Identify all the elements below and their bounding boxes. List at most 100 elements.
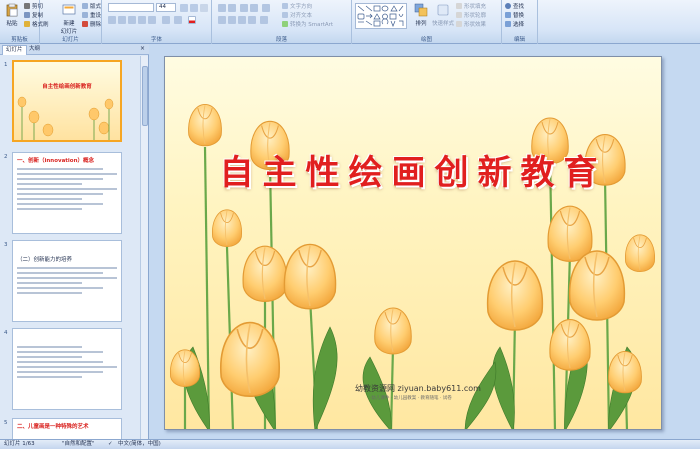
layout-label: 版式 bbox=[90, 4, 102, 10]
select-button[interactable]: 选择 bbox=[505, 20, 524, 29]
align-center-icon[interactable] bbox=[228, 16, 236, 24]
thumb-spacer bbox=[13, 329, 121, 343]
strikethrough-icon[interactable] bbox=[138, 16, 146, 24]
shape-effects-label: 形状效果 bbox=[464, 22, 487, 28]
arrange-button[interactable]: 排列 bbox=[410, 2, 432, 34]
slide-thumbnail[interactable]: 一、创新（innovation）概念 bbox=[12, 152, 122, 234]
current-slide[interactable]: 自主性绘画创新教育 幼教资源网 ziyuan.baby611.com ·幼儿课件… bbox=[164, 56, 662, 430]
font-name-combo[interactable] bbox=[108, 3, 154, 12]
shapes-gallery[interactable] bbox=[355, 3, 407, 29]
columns-icon[interactable] bbox=[260, 16, 268, 24]
spellcheck-icon[interactable]: ✓ bbox=[108, 440, 113, 449]
close-icon[interactable]: × bbox=[140, 45, 145, 52]
align-left-icon[interactable] bbox=[218, 16, 226, 24]
slide-number: 1 bbox=[4, 62, 8, 68]
slide-number: 5 bbox=[4, 420, 8, 426]
delete-icon bbox=[82, 21, 88, 27]
shape-fill-label: 形状填充 bbox=[464, 4, 487, 10]
slide-thumbnail[interactable]: （二）创新能力的培养 bbox=[12, 240, 122, 322]
thumb-text-line bbox=[17, 361, 104, 363]
delete-button[interactable]: 删除 bbox=[82, 20, 101, 29]
justify-icon[interactable] bbox=[248, 16, 256, 24]
thumb-text-line bbox=[17, 188, 117, 190]
shadow-icon[interactable] bbox=[148, 16, 156, 24]
slide-title[interactable]: 自主性绘画创新教育 bbox=[165, 145, 661, 194]
thumb-text-line bbox=[17, 346, 82, 348]
layout-icon bbox=[82, 3, 88, 9]
language-indicator[interactable]: 中文(简体，中国) bbox=[118, 440, 161, 449]
replace-button[interactable]: 替换 bbox=[505, 11, 524, 20]
align-text-button[interactable]: 对齐文本 bbox=[282, 11, 312, 20]
theme-name: "自然和配置" bbox=[62, 441, 95, 447]
paragraph-group: 文字方向 对齐文本 转换为 SmartArt 段落 bbox=[212, 0, 352, 44]
select-label: 选择 bbox=[513, 22, 525, 28]
shrink-font-icon[interactable] bbox=[190, 4, 198, 12]
shape-outline-button[interactable]: 形状轮廓 bbox=[456, 11, 486, 20]
tab-outline[interactable]: 大纲 bbox=[26, 45, 43, 55]
smartart-button[interactable]: 转换为 SmartArt bbox=[282, 20, 333, 29]
slides-group: 新建 幻灯片 版式 重设 删除 幻灯片 bbox=[40, 0, 102, 44]
thumb-text-line bbox=[17, 203, 104, 205]
thumb-text-line bbox=[17, 183, 82, 185]
thumb-text-line bbox=[17, 371, 104, 373]
watermark-subtext: ·幼儿课件 · 幼儿园教案 · 教育随笔 · 试卷 bbox=[370, 396, 452, 401]
font-size-combo[interactable]: 44 bbox=[156, 3, 176, 12]
effects-icon bbox=[456, 21, 462, 27]
underline-icon[interactable] bbox=[128, 16, 136, 24]
thumb-text-line bbox=[17, 282, 82, 284]
grow-font-icon[interactable] bbox=[180, 4, 188, 12]
scissors-icon bbox=[24, 3, 30, 9]
text-direction-label: 文字方向 bbox=[290, 4, 313, 10]
reset-icon bbox=[82, 12, 88, 18]
brush-icon bbox=[24, 21, 30, 27]
char-spacing-icon[interactable] bbox=[162, 16, 170, 24]
new-slide-button[interactable]: 新建 幻灯片 bbox=[56, 2, 82, 35]
align-right-icon[interactable] bbox=[238, 16, 246, 24]
shape-effects-button[interactable]: 形状效果 bbox=[456, 20, 486, 29]
smartart-icon bbox=[282, 21, 288, 27]
slide-thumbnail[interactable]: 二、儿童画是一种特殊的艺术 bbox=[12, 418, 122, 439]
change-case-icon[interactable] bbox=[174, 16, 182, 24]
panel-scrollbar[interactable] bbox=[140, 56, 148, 439]
search-icon bbox=[505, 3, 511, 9]
quick-styles-icon bbox=[437, 4, 449, 16]
paste-button[interactable]: 粘贴 bbox=[1, 2, 23, 34]
thumb-text-line bbox=[17, 277, 117, 279]
slides-panel: 幻灯片 大纲 × 1 自主性绘画创新教育 2 一、创新（innovation）概… bbox=[0, 44, 149, 439]
clear-format-icon[interactable] bbox=[200, 4, 208, 12]
clipboard-group-label: 剪贴板 bbox=[11, 37, 28, 43]
shape-outline-label: 形状轮廓 bbox=[464, 13, 487, 19]
scrollbar-thumb[interactable] bbox=[142, 66, 148, 126]
drawing-group-label: 绘图 bbox=[420, 37, 432, 43]
reset-button[interactable]: 重设 bbox=[82, 11, 101, 20]
slide-editor: 自主性绘画创新教育 幼教资源网 ziyuan.baby611.com ·幼儿课件… bbox=[150, 44, 700, 439]
clipboard-group: 粘贴 剪切 复制 格式刷 剪贴板 bbox=[0, 0, 49, 44]
quick-styles-button[interactable]: 快速样式 bbox=[432, 2, 454, 34]
decrease-indent-icon[interactable] bbox=[240, 4, 248, 12]
reset-label: 重设 bbox=[90, 13, 102, 19]
find-button[interactable]: 查找 bbox=[505, 2, 524, 11]
thumb-text-line bbox=[17, 287, 104, 289]
italic-icon[interactable] bbox=[118, 16, 126, 24]
bold-icon[interactable] bbox=[108, 16, 116, 24]
layout-button[interactable]: 版式 bbox=[82, 2, 101, 11]
text-direction-button[interactable]: 文字方向 bbox=[282, 2, 312, 11]
line-spacing-icon[interactable] bbox=[262, 4, 270, 12]
tab-slides[interactable]: 幻灯片 bbox=[2, 45, 27, 55]
slide-thumbnail[interactable]: 自主性绘画创新教育 bbox=[12, 60, 122, 142]
increase-indent-icon[interactable] bbox=[250, 4, 258, 12]
shape-fill-button[interactable]: 形状填充 bbox=[456, 2, 486, 11]
copy-icon bbox=[24, 12, 30, 18]
thumb-title: 自主性绘画创新教育 bbox=[42, 84, 92, 90]
slide-thumbnail[interactable] bbox=[12, 328, 122, 410]
smartart-label: 转换为 SmartArt bbox=[290, 22, 334, 28]
slides-group-label: 幻灯片 bbox=[62, 37, 79, 43]
bullets-icon[interactable] bbox=[218, 4, 226, 12]
font-color-icon[interactable] bbox=[188, 16, 196, 24]
thumb-text-line bbox=[17, 178, 104, 180]
slide-number: 2 bbox=[4, 154, 8, 160]
numbering-icon[interactable] bbox=[228, 4, 236, 12]
panel-tabs: 幻灯片 大纲 × bbox=[0, 44, 149, 55]
thumb-text-line bbox=[17, 168, 104, 170]
thumb-title: 一、创新（innovation）概念 bbox=[17, 158, 95, 164]
